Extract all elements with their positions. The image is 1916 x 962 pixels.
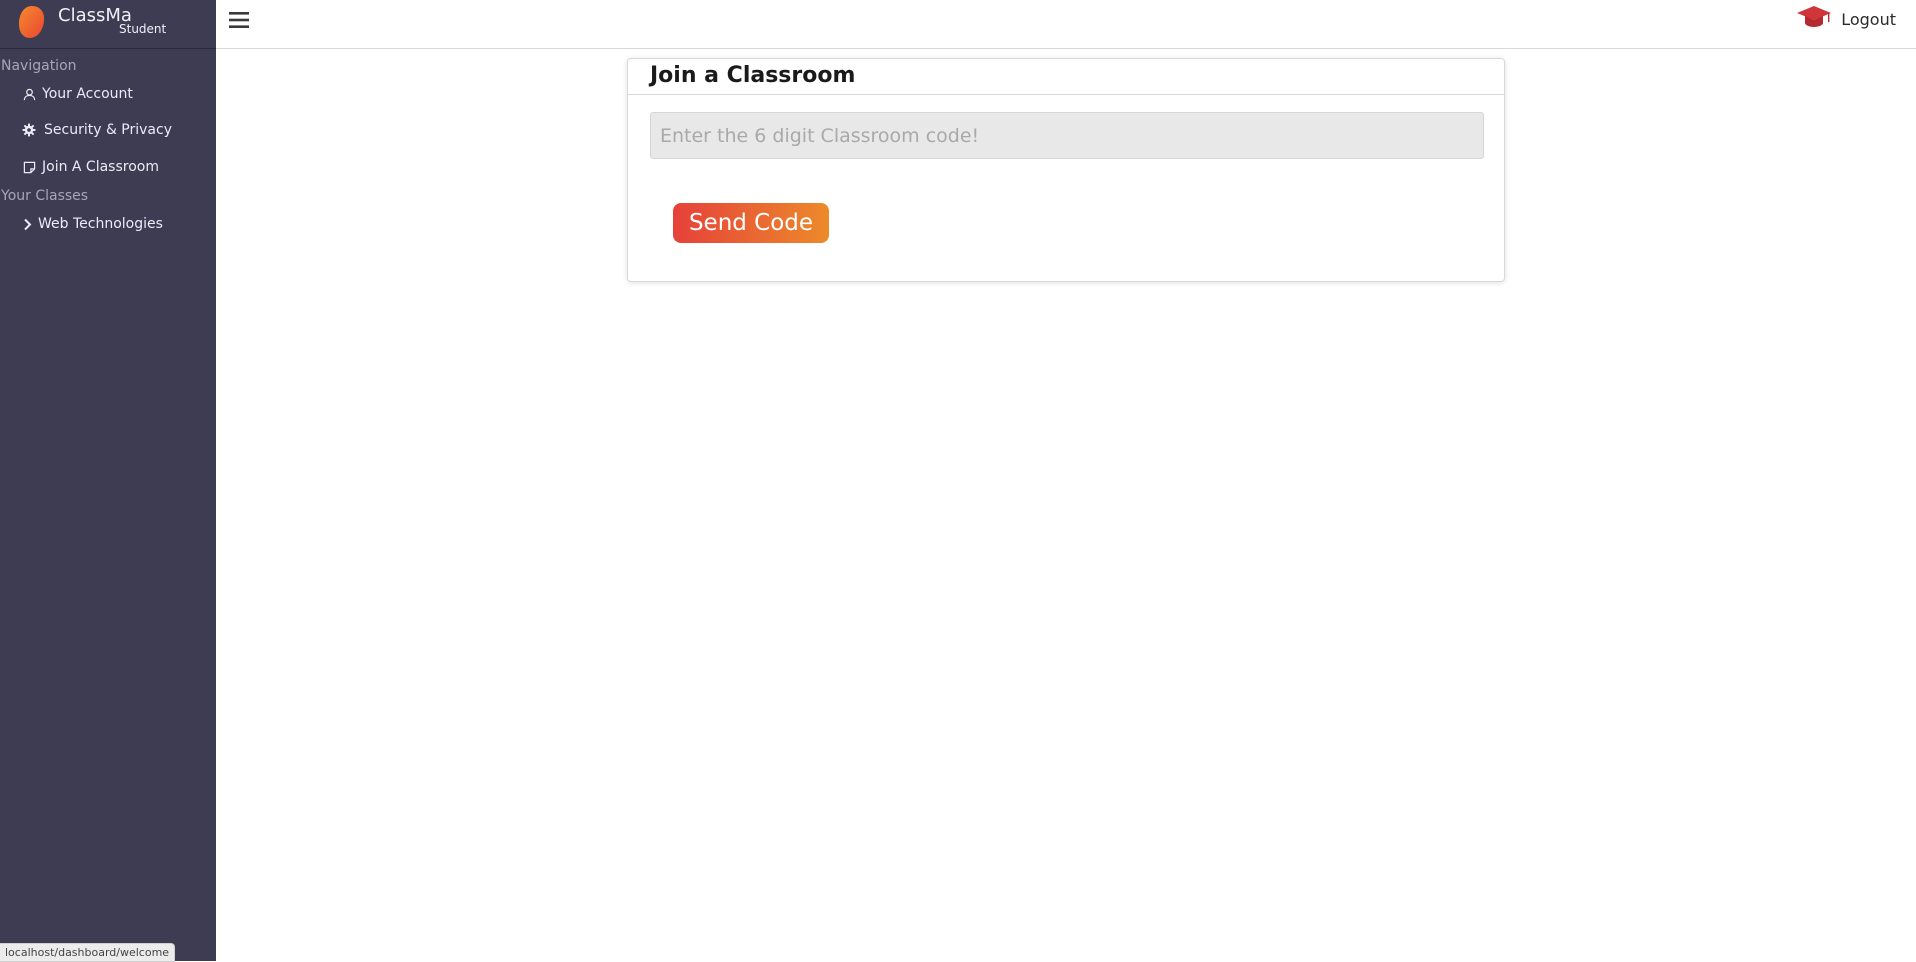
sidebar-item-label: Security & Privacy xyxy=(44,122,172,138)
classroom-code-input[interactable] xyxy=(650,112,1484,159)
top-bar: Logout xyxy=(216,0,1916,49)
sidebar-item-label: Your Account xyxy=(42,86,133,102)
hamburger-icon[interactable] xyxy=(228,10,250,30)
send-code-button[interactable]: Send Code xyxy=(673,203,829,243)
page-title: Join a Classroom xyxy=(650,63,856,88)
sidebar-item-label: Web Technologies xyxy=(38,216,163,232)
sidebar: ClassMa Student Navigation Your Account … xyxy=(0,0,216,961)
logo-icon xyxy=(19,6,45,38)
note-icon xyxy=(22,160,36,174)
logout-link[interactable]: Logout xyxy=(1841,10,1896,29)
user-icon xyxy=(22,87,36,101)
sidebar-item-label: Join A Classroom xyxy=(42,159,159,175)
sidebar-item-join-a-classroom[interactable]: Join A Classroom xyxy=(22,159,159,175)
sidebar-item-security-privacy[interactable]: Security & Privacy xyxy=(22,122,172,138)
sidebar-item-your-account[interactable]: Your Account xyxy=(22,86,133,102)
status-url: localhost/dashboard/welcome xyxy=(0,943,176,962)
brand-role: Student xyxy=(119,22,167,36)
graduation-cap-icon xyxy=(1797,6,1831,27)
chevron-right-icon xyxy=(22,217,32,231)
navigation-section-label: Navigation xyxy=(1,58,77,74)
gear-icon xyxy=(22,123,36,137)
join-classroom-card: Join a Classroom Send Code xyxy=(627,58,1505,282)
card-header: Join a Classroom xyxy=(628,59,1504,95)
sidebar-item-web-technologies[interactable]: Web Technologies xyxy=(22,216,163,232)
your-classes-section-label: Your Classes xyxy=(1,188,89,204)
brand-header: ClassMa Student xyxy=(0,0,216,49)
